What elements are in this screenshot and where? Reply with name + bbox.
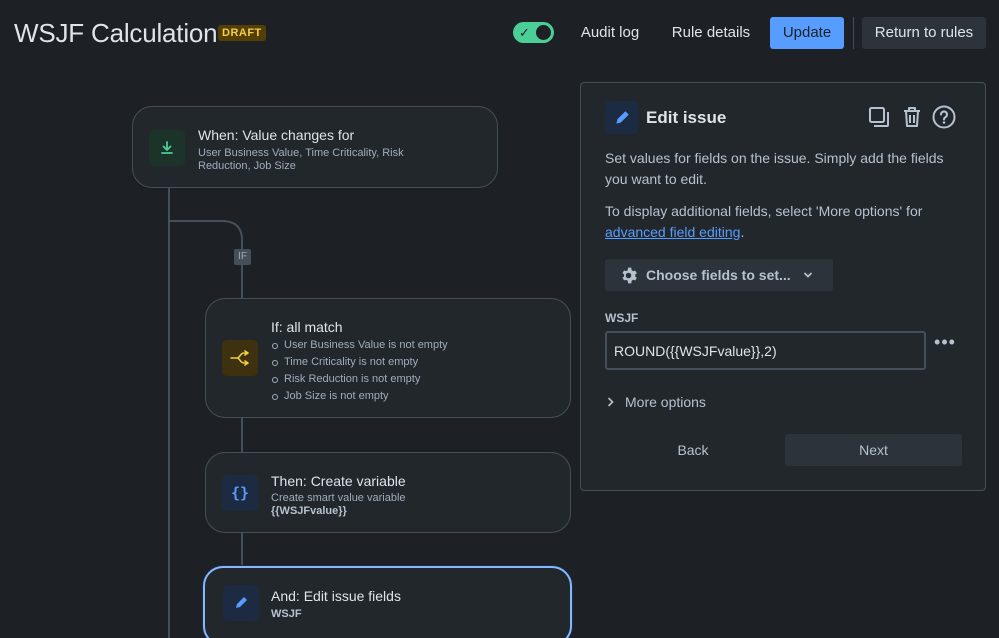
rule-details-button[interactable]: Rule details	[663, 17, 759, 49]
flow-connector-curve	[222, 220, 243, 241]
choose-fields-label: Choose fields to set...	[646, 267, 791, 283]
more-actions-icon[interactable]: •••	[933, 333, 957, 359]
wsjf-field-input[interactable]	[605, 331, 926, 370]
update-button[interactable]: Update	[770, 17, 844, 49]
variable-value: {{WSJFvalue}}	[271, 505, 347, 517]
edit-node-title: And: Edit issue fields	[271, 588, 401, 604]
help-icon[interactable]	[932, 105, 956, 129]
flow-connector	[170, 220, 226, 222]
trigger-node[interactable]: When: Value changes for User Business Va…	[132, 106, 498, 188]
back-button[interactable]: Back	[605, 434, 781, 466]
advanced-field-editing-link[interactable]: advanced field editing	[605, 224, 740, 240]
wsjf-field-label: WSJF	[605, 311, 639, 325]
curly-braces-icon: {}	[222, 475, 258, 511]
more-options-toggle[interactable]: More options	[607, 394, 706, 410]
audit-log-button[interactable]: Audit log	[568, 17, 652, 49]
trigger-subtitle-1: User Business Value, Time Criticality, R…	[198, 147, 404, 159]
gear-icon	[622, 267, 637, 283]
trigger-title: When: Value changes for	[198, 127, 355, 143]
panel-description: Set values for fields on the issue. Simp…	[605, 150, 944, 187]
trash-icon[interactable]	[900, 105, 924, 129]
if-badge: IF	[234, 249, 251, 265]
flow-connector	[241, 418, 243, 452]
chevron-right-icon	[608, 397, 614, 407]
panel-title: Edit issue	[646, 108, 727, 127]
condition-list: User Business Value is not empty Time Cr…	[271, 337, 448, 405]
variable-subtitle: Create smart value variable	[271, 492, 406, 504]
condition-item: Job Size is not empty	[271, 388, 448, 405]
condition-title: If: all match	[271, 319, 343, 335]
pencil-icon	[605, 101, 638, 134]
flow-connector	[241, 533, 243, 567]
chevron-down-icon	[803, 272, 812, 278]
trigger-icon	[149, 130, 185, 166]
next-button[interactable]: Next	[785, 434, 962, 466]
flow-connector	[168, 188, 170, 638]
condition-item: Risk Reduction is not empty	[271, 371, 448, 388]
advanced-suffix-text: .	[740, 224, 745, 240]
pencil-icon	[223, 585, 259, 621]
trigger-subtitle-2: Reduction, Job Size	[198, 160, 296, 172]
condition-item: Time Criticality is not empty	[271, 354, 448, 371]
status-badge: DRAFT	[218, 25, 266, 41]
advanced-prefix-text: To display additional fields, select 'Mo…	[605, 203, 923, 219]
branch-icon	[222, 340, 258, 376]
panel-description-advanced: To display additional fields, select 'Mo…	[605, 201, 965, 243]
page-title: WSJF Calculation	[14, 18, 218, 48]
check-icon: ✓	[519, 25, 530, 40]
create-variable-node[interactable]: {} Then: Create variable Create smart va…	[205, 452, 571, 533]
return-to-rules-button[interactable]: Return to rules	[862, 17, 986, 49]
variable-title: Then: Create variable	[271, 473, 406, 489]
duplicate-icon[interactable]	[867, 105, 891, 129]
toggle-knob	[536, 25, 551, 40]
edit-issue-panel: Edit issue Set values for fields on the …	[580, 82, 986, 491]
choose-fields-button[interactable]: Choose fields to set...	[605, 259, 833, 291]
rule-enabled-toggle[interactable]: ✓	[513, 22, 554, 43]
edit-issue-node[interactable]: And: Edit issue fields WSJF	[203, 566, 572, 638]
more-options-label: More options	[625, 394, 706, 410]
condition-node[interactable]: If: all match User Business Value is not…	[205, 298, 571, 418]
edit-node-subtitle: WSJF	[271, 608, 302, 620]
header-divider	[853, 17, 854, 49]
condition-item: User Business Value is not empty	[271, 337, 448, 354]
